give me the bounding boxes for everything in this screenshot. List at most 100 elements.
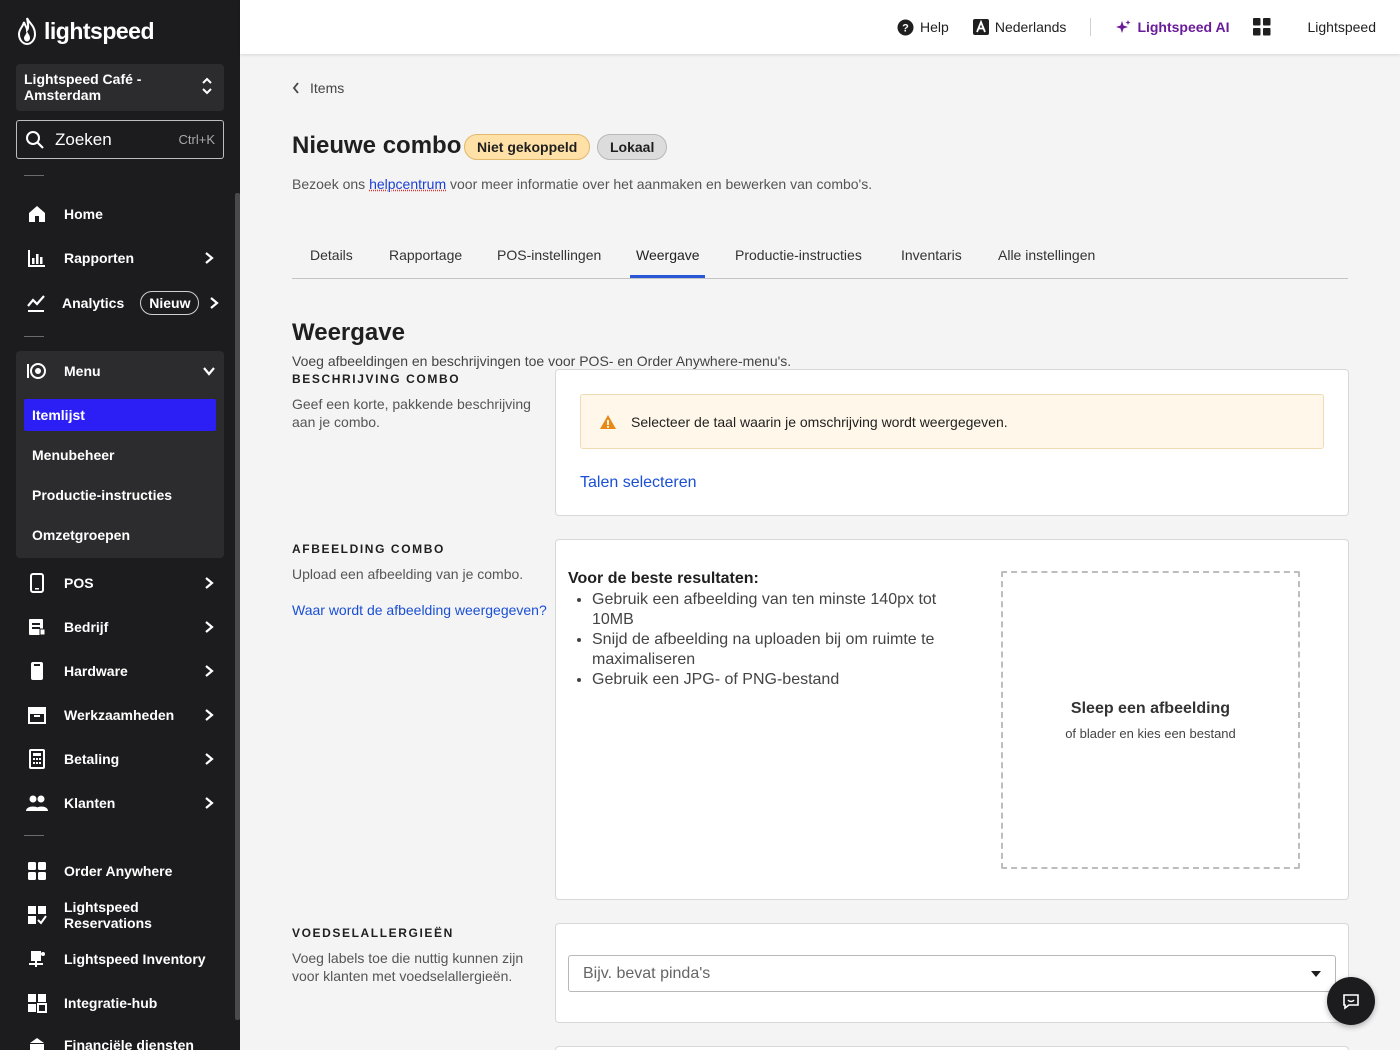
sidebar-item-bedrijf[interactable]: Bedrijf bbox=[16, 607, 224, 647]
sidebar-item-home[interactable]: Home bbox=[16, 194, 224, 234]
divider bbox=[24, 175, 44, 176]
svg-text:?: ? bbox=[902, 22, 909, 34]
sidebar-item-label: Rapporten bbox=[64, 250, 202, 266]
tab-bar: Details Rapportage POS-instellingen Weer… bbox=[292, 242, 1348, 279]
caret-down-icon bbox=[1311, 971, 1321, 977]
device-icon bbox=[26, 660, 48, 682]
tab-pos-instellingen[interactable]: POS-instellingen bbox=[497, 247, 601, 263]
sidebar-item-klanten[interactable]: Klanten bbox=[16, 783, 224, 823]
sidebar-item-pos[interactable]: POS bbox=[16, 563, 224, 603]
brand-logo[interactable]: lightspeed bbox=[16, 16, 154, 46]
tab-rapportage[interactable]: Rapportage bbox=[389, 247, 462, 263]
section-title: Weergave bbox=[292, 319, 405, 347]
active-tab-indicator bbox=[630, 275, 705, 278]
helpcentrum-link[interactable]: helpcentrum bbox=[369, 176, 446, 192]
description-block-desc: Geef een korte, pakkende beschrijving aa… bbox=[292, 395, 532, 431]
sidebar-item-label: Bedrijf bbox=[64, 619, 202, 635]
tab-details[interactable]: Details bbox=[310, 247, 353, 263]
image-card: Voor de beste resultaten: Gebruik een af… bbox=[555, 539, 1349, 900]
sidebar-item-hardware[interactable]: Hardware bbox=[16, 651, 224, 691]
select-languages-link[interactable]: Talen selecteren bbox=[580, 474, 697, 492]
sidebar-item-label: Integratie-hub bbox=[64, 995, 224, 1011]
chevron-right-icon bbox=[202, 664, 216, 678]
image-placement-link[interactable]: Waar wordt de afbeelding weergegeven? bbox=[292, 602, 547, 618]
chevron-right-icon bbox=[202, 576, 216, 590]
chevron-right-icon bbox=[202, 251, 216, 265]
sidebar-item-label: Menu bbox=[64, 363, 202, 379]
tip-item: Gebruik een afbeelding van ten minste 14… bbox=[592, 590, 948, 630]
page-subtitle: Bezoek ons helpcentrum voor meer informa… bbox=[292, 176, 872, 192]
help-label: Help bbox=[920, 19, 949, 35]
customers-icon bbox=[26, 792, 48, 814]
back-link[interactable]: Items bbox=[292, 80, 344, 96]
trend-icon bbox=[26, 292, 46, 314]
tab-inventaris[interactable]: Inventaris bbox=[901, 247, 962, 263]
new-badge: Nieuw bbox=[140, 291, 199, 315]
image-tips: Voor de beste resultaten: Gebruik een af… bbox=[568, 570, 948, 690]
search-label: Zoeken bbox=[55, 130, 179, 150]
brand-name: lightspeed bbox=[44, 18, 154, 45]
tablet-icon bbox=[26, 572, 48, 594]
main-content: Items Nieuwe combo Niet gekoppeld Lokaal… bbox=[240, 54, 1400, 1050]
language-label: Nederlands bbox=[995, 19, 1067, 35]
ai-label: Lightspeed AI bbox=[1137, 19, 1229, 35]
next-card bbox=[555, 1046, 1349, 1050]
tab-alle-instellingen[interactable]: Alle instellingen bbox=[998, 247, 1095, 263]
divider bbox=[24, 336, 44, 337]
page-title: Nieuwe combo bbox=[292, 132, 461, 160]
chevron-right-icon bbox=[202, 796, 216, 810]
sidebar-item-integratie-hub[interactable]: Integratie-hub bbox=[16, 983, 224, 1023]
subtitle-text: Bezoek ons bbox=[292, 176, 369, 192]
dropzone-title: Sleep een afbeelding bbox=[1071, 700, 1230, 718]
sidebar-item-reservations[interactable]: Lightspeed Reservations bbox=[16, 895, 224, 935]
sidebar-subitem-itemlijst[interactable]: Itemlijst bbox=[24, 399, 216, 431]
sidebar-item-label: Werkzaamheden bbox=[64, 707, 202, 723]
chevron-right-icon bbox=[202, 708, 216, 722]
language-button[interactable]: Nederlands bbox=[973, 19, 1067, 35]
sidebar-subitem-omzetgroepen[interactable]: Omzetgroepen bbox=[24, 519, 216, 551]
sidebar-subitem-menubeheer[interactable]: Menubeheer bbox=[24, 439, 216, 471]
calculator-icon bbox=[26, 748, 48, 770]
tip-item: Gebruik een JPG- of PNG-bestand bbox=[592, 670, 948, 690]
tab-weergave[interactable]: Weergave bbox=[636, 247, 700, 263]
allergen-block-desc: Voeg labels toe die nuttig kunnen zijn v… bbox=[292, 949, 532, 985]
venue-name: Lightspeed Café - Amsterdam bbox=[24, 71, 141, 103]
sidebar-item-financiele-diensten[interactable]: Financiële diensten bbox=[16, 1025, 224, 1050]
sidebar: lightspeed Lightspeed Café - Amsterdam Z… bbox=[0, 0, 240, 1050]
apps-grid-icon bbox=[1253, 18, 1271, 36]
chat-button[interactable] bbox=[1327, 977, 1375, 1025]
venue-switcher[interactable]: Lightspeed Café - Amsterdam bbox=[16, 64, 224, 111]
account-button[interactable]: Lightspeed bbox=[1307, 19, 1376, 35]
search-input[interactable]: Zoeken Ctrl+K bbox=[16, 120, 224, 159]
sidebar-item-rapporten[interactable]: Rapporten bbox=[16, 238, 224, 278]
sidebar-item-label: Financiële diensten bbox=[64, 1037, 224, 1050]
bar-chart-icon bbox=[26, 247, 48, 269]
tips-title: Voor de beste resultaten: bbox=[568, 570, 948, 588]
tab-productie-instructies[interactable]: Productie-instructies bbox=[735, 247, 862, 263]
sidebar-subitem-productie-instructies[interactable]: Productie-instructies bbox=[24, 479, 216, 511]
sidebar-item-betaling[interactable]: Betaling bbox=[16, 739, 224, 779]
sidebar-item-inventory[interactable]: Lightspeed Inventory bbox=[16, 939, 224, 979]
allergen-select[interactable]: Bijv. bevat pinda's bbox=[568, 955, 1336, 992]
lightspeed-ai-button[interactable]: Lightspeed AI bbox=[1115, 19, 1229, 35]
chevron-down-icon bbox=[202, 364, 216, 378]
sidebar-item-label: Analytics bbox=[62, 295, 124, 311]
sidebar-item-order-anywhere[interactable]: Order Anywhere bbox=[16, 851, 224, 891]
sidebar-item-label: Lightspeed Inventory bbox=[64, 951, 224, 967]
chevron-right-icon bbox=[202, 752, 216, 766]
chevron-left-icon bbox=[292, 82, 300, 94]
archive-icon bbox=[26, 704, 48, 726]
sidebar-item-label: POS bbox=[64, 575, 202, 591]
chevron-up-down-icon bbox=[202, 77, 212, 95]
chat-icon bbox=[1342, 992, 1360, 1010]
sidebar-item-werkzaamheden[interactable]: Werkzaamheden bbox=[16, 695, 224, 735]
section-subtitle: Voeg afbeeldingen en beschrijvingen toe … bbox=[292, 353, 791, 369]
sidebar-item-analytics[interactable]: Analytics Nieuw bbox=[16, 283, 224, 323]
search-icon bbox=[25, 130, 45, 150]
help-button[interactable]: ? Help bbox=[897, 19, 949, 36]
sidebar-item-menu[interactable]: Menu bbox=[16, 351, 224, 391]
tip-item: Snijd de afbeelding na uploaden bij om r… bbox=[592, 630, 948, 670]
description-block-title: BESCHRIJVING COMBO bbox=[292, 372, 460, 386]
apps-grid-button[interactable] bbox=[1253, 18, 1271, 36]
image-dropzone[interactable]: Sleep een afbeelding of blader en kies e… bbox=[1001, 571, 1300, 869]
